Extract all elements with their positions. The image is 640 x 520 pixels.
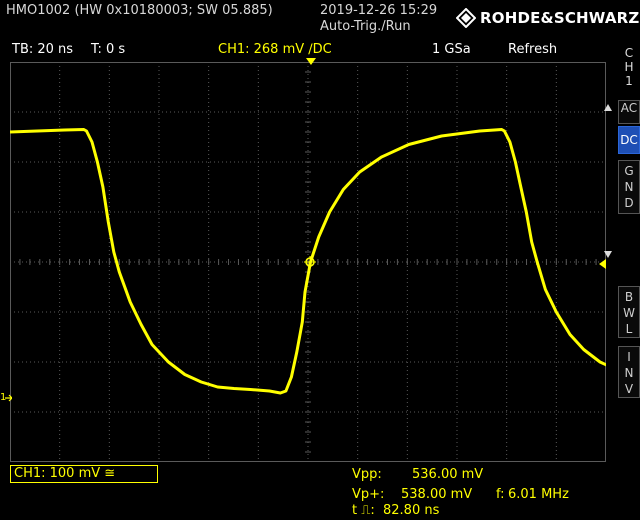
crosshair-icon — [304, 256, 316, 268]
trigger-time-readout[interactable]: T: 0 s — [91, 42, 125, 57]
device-info: HMO1002 (HW 0x10180003; SW 05.885) — [6, 3, 273, 18]
coupling-ac-button[interactable]: AC — [618, 100, 640, 124]
channel1-status[interactable]: CH1: 268 mV ∕DC — [218, 42, 332, 57]
invert-button[interactable]: I N V — [618, 346, 640, 398]
scroll-down-icon[interactable] — [604, 251, 612, 259]
trigger-level-icon[interactable] — [598, 259, 606, 269]
date-time: 2019-12-26 15:29 — [320, 3, 438, 18]
trigger-mode: Auto-Trig./Run — [320, 19, 411, 34]
channel1-scale-box[interactable]: CH1: 100 mV ≅ — [10, 465, 158, 483]
sample-rate: 1 GSa — [432, 42, 471, 57]
frequency-label: f: — [496, 487, 505, 502]
vpp-label: Vpp: — [352, 467, 382, 482]
ground-marker-icon[interactable]: 1 — [0, 390, 12, 404]
vpmax-label: Vp+: — [352, 487, 385, 502]
acquisition-mode[interactable]: Refresh — [508, 42, 557, 57]
coupling-dc-button[interactable]: DC — [618, 126, 640, 154]
brand-logo: ROHDE&SCHWARZ — [456, 8, 640, 28]
scroll-up-icon[interactable] — [604, 104, 612, 112]
bandwidth-limit-button[interactable]: B W L — [618, 286, 640, 338]
pulse-width-value: 82.80 ns — [383, 503, 440, 518]
vpp-value: 536.00 mV — [412, 467, 484, 482]
channel1-menu-label: C H 1 — [624, 46, 634, 88]
trigger-position-icon[interactable] — [306, 58, 316, 66]
rs-diamond-icon — [456, 8, 476, 28]
coupling-gnd-button[interactable]: G N D — [618, 160, 640, 214]
waveform-display[interactable] — [10, 62, 606, 462]
pulse-width-label: t ⎍: — [352, 503, 375, 518]
brand-name: ROHDE&SCHWARZ — [480, 9, 640, 27]
timebase-readout[interactable]: TB: 20 ns — [12, 42, 73, 57]
vpmax-value: 538.00 mV — [401, 487, 473, 502]
frequency-value: 6.01 MHz — [508, 487, 569, 502]
